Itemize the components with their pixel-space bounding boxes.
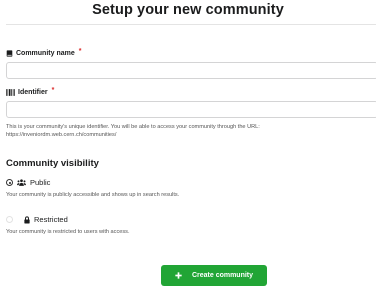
visibility-option-public[interactable]: Public <box>6 178 50 187</box>
identifier-help-url: https://inveniordm.web.cern.ch/communiti… <box>6 132 117 138</box>
identifier-label: Identifier * <box>6 87 55 96</box>
community-name-label-text: Community name <box>16 50 75 57</box>
barcode-icon <box>6 89 15 96</box>
community-name-label: Community name * <box>6 48 82 57</box>
create-community-button[interactable]: Create community <box>161 265 267 286</box>
visibility-option-restricted[interactable]: Restricted <box>6 215 68 224</box>
visibility-section-title: Community visibility <box>6 158 99 169</box>
public-description: Your community is publicly accessible an… <box>6 192 180 198</box>
required-mark: * <box>51 87 55 94</box>
plus-icon <box>175 272 182 279</box>
public-label: Public <box>30 178 51 187</box>
identifier-help-text: This is your community's unique identifi… <box>6 124 260 130</box>
restricted-radio[interactable] <box>6 216 13 223</box>
lock-icon <box>24 215 30 224</box>
community-name-input[interactable] <box>6 62 376 79</box>
restricted-description: Your community is restricted to users wi… <box>6 229 130 235</box>
required-mark: * <box>78 48 82 55</box>
title-divider <box>6 24 376 25</box>
identifier-label-text: Identifier <box>18 89 48 96</box>
create-community-label: Create community <box>191 272 254 279</box>
users-icon <box>17 179 26 186</box>
page-title: Setup your new community <box>92 2 284 18</box>
public-radio[interactable] <box>6 179 13 186</box>
book-icon <box>6 50 13 57</box>
restricted-label: Restricted <box>34 215 68 224</box>
identifier-input[interactable] <box>6 101 376 118</box>
